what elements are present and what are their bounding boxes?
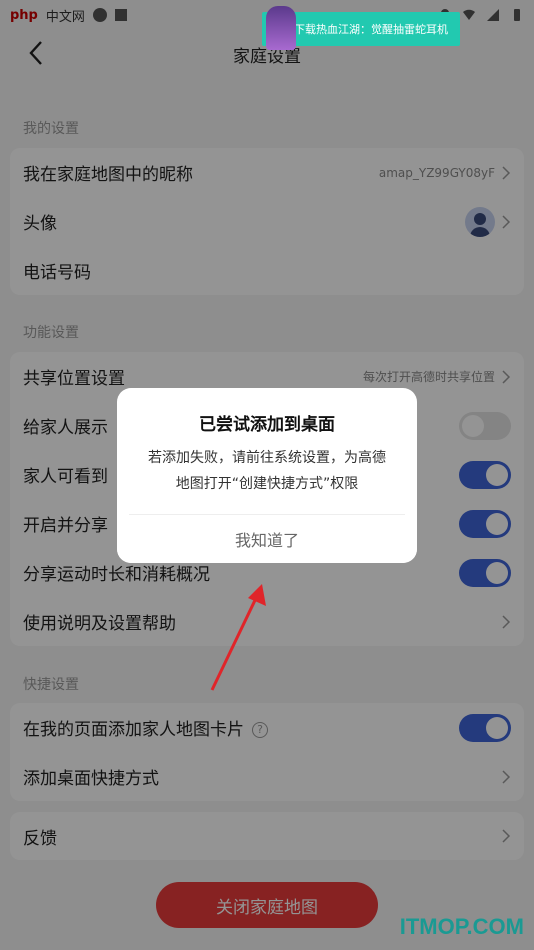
ad-character-image (266, 6, 296, 50)
dialog-confirm-button[interactable]: 我知道了 (117, 515, 417, 563)
dialog-message-line2: 地图打开“创建快捷方式”权限 (175, 476, 359, 492)
watermark: ITMOP.COM (399, 914, 524, 939)
dialog-message-line1: 若添加失败，请前往系统设置，为高德 (148, 450, 386, 466)
dialog: 已尝试添加到桌面 若添加失败，请前往系统设置，为高德 地图打开“创建快捷方式”权… (117, 388, 417, 563)
dialog-message: 若添加失败，请前往系统设置，为高德 地图打开“创建快捷方式”权限 (117, 435, 417, 497)
annotation-arrow-icon (210, 584, 266, 691)
dialog-title: 已尝试添加到桌面 (199, 415, 335, 435)
